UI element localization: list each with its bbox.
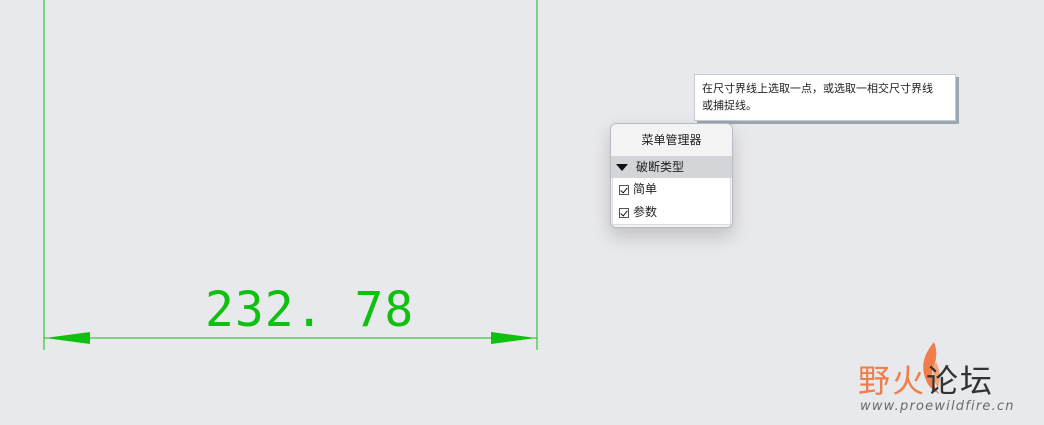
menu-item-label: 简单	[633, 182, 658, 196]
break-type-list: 简单 参数	[612, 178, 731, 225]
logo-text-part1: 野火	[858, 362, 927, 400]
menu-manager-title: 菜单管理器	[641, 133, 702, 147]
tooltip-line-2: 或捕捉线。	[702, 99, 757, 112]
dimension-value[interactable]: 232. 78	[205, 283, 414, 337]
left-arrowhead	[45, 332, 90, 344]
watermark-logo: 野火论坛	[858, 356, 994, 402]
menu-item-simple[interactable]: 简单	[613, 178, 730, 201]
tooltip-line-1: 在尺寸界线上选取一点，或选取一相交尺寸界线	[702, 82, 933, 95]
simple-checkbox[interactable]	[619, 184, 629, 195]
break-type-section[interactable]: 破断类型	[611, 156, 732, 178]
menu-item-parameter[interactable]: 参数	[613, 201, 730, 224]
logo-text-part2: 论坛	[926, 362, 995, 400]
section-label: 破断类型	[636, 160, 685, 174]
prompt-tooltip: 在尺寸界线上选取一点，或选取一相交尺寸界线 或捕捉线。	[694, 74, 956, 121]
right-arrowhead	[491, 332, 536, 344]
collapse-triangle-icon[interactable]	[616, 163, 628, 171]
menu-manager: 菜单管理器 破断类型 简单 参数	[610, 123, 733, 228]
parameter-checkbox[interactable]	[619, 207, 629, 218]
watermark-url: www.proewildfire.cn	[860, 399, 1015, 414]
menu-item-label: 参数	[633, 205, 658, 219]
